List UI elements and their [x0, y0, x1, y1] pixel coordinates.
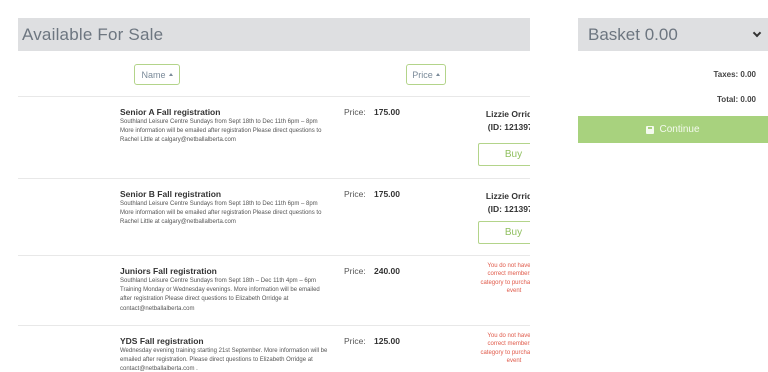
member-info: Lizzie Orridge (ID: 1213977)	[478, 190, 530, 216]
buy-button[interactable]: Buy	[478, 221, 530, 244]
sort-by-name-button[interactable]: Name	[134, 64, 180, 85]
member-info: Lizzie Orridge (ID: 1213977)	[478, 108, 530, 134]
event-name: Senior A Fall registration	[120, 107, 221, 117]
member-name: Lizzie Orridge	[485, 109, 530, 119]
event-description: Southland Leisure Centre Sundays from Se…	[120, 119, 322, 144]
sort-by-price-button[interactable]: Price	[406, 64, 446, 85]
event-description: Southland Leisure Centre Sundays from Se…	[120, 201, 322, 226]
basket-title: Basket 0.00	[588, 24, 678, 44]
buy-button[interactable]: Buy	[478, 143, 530, 166]
price-label: Price:	[344, 189, 366, 199]
save-icon	[646, 125, 655, 134]
sale-header: Available For Sale	[18, 18, 530, 51]
event-description: Southland Leisure Centre Sundays from Se…	[120, 278, 320, 312]
event-name: Juniors Fall registration	[120, 266, 217, 276]
event-price: 175.00	[374, 107, 400, 117]
sort-row: Name Price	[18, 51, 530, 91]
sort-name-label: Name	[141, 69, 166, 80]
member-name: Lizzie Orridge	[485, 191, 530, 201]
basket-total: Total: 0.00	[717, 95, 756, 104]
price-label: Price:	[344, 336, 366, 346]
basket-header[interactable]: Basket 0.00	[578, 18, 768, 51]
basket-panel: Basket 0.00 Taxes: 0.00 Total: 0.00 Cont…	[578, 18, 768, 143]
event-row: YDS Fall registration Wednesday evening …	[18, 325, 530, 372]
event-name: Senior B Fall registration	[120, 189, 222, 199]
basket-taxes: Taxes: 0.00	[713, 70, 756, 79]
sort-up-icon	[168, 73, 173, 76]
event-description: Wednesday evening training starting 21st…	[120, 348, 328, 372]
event-row: Juniors Fall registration Southland Leis…	[18, 255, 530, 325]
member-id: (ID: 1213977)	[487, 122, 530, 132]
continue-label: Continue	[659, 124, 700, 135]
event-name: YDS Fall registration	[120, 336, 204, 346]
event-price: 125.00	[374, 336, 400, 346]
sale-title: Available For Sale	[22, 24, 164, 44]
member-id: (ID: 1213977)	[487, 204, 530, 214]
price-label: Price:	[344, 266, 366, 276]
event-row: Senior B Fall registration Southland Lei…	[18, 178, 530, 255]
sort-price-label: Price	[412, 69, 433, 80]
event-price: 240.00	[374, 266, 400, 276]
price-label: Price:	[344, 107, 366, 117]
event-list: Senior A Fall registration Southland Lei…	[18, 96, 530, 372]
sort-up-icon	[435, 73, 440, 76]
event-row: Senior A Fall registration Southland Lei…	[18, 96, 530, 178]
available-for-sale-panel: Available For Sale Name Price Senior A F…	[18, 18, 530, 372]
membership-warning: You do not have the correct membership c…	[480, 263, 530, 295]
membership-warning: You do not have the correct membership c…	[480, 333, 530, 365]
continue-button[interactable]: Continue	[578, 116, 768, 143]
chevron-down-icon[interactable]	[752, 28, 762, 38]
event-price: 175.00	[374, 189, 400, 199]
